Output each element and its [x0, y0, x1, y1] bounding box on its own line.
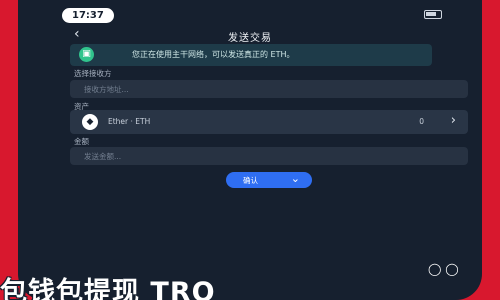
amount-placeholder: 发送金额...	[84, 152, 122, 161]
battery-icon	[424, 10, 442, 19]
chevron-right-icon: ›	[450, 113, 456, 128]
recipient-address-field[interactable]: 接收方地址...	[70, 80, 468, 98]
recipient-label: 选择接收方	[74, 69, 112, 78]
overlay-caption: 包钱包提现 TRO	[0, 277, 216, 300]
ethereum-icon: ◆	[82, 114, 98, 130]
network-notice: ▣ 您正在使用主干网络，可以发送真正的 ETH。	[70, 44, 432, 66]
amount-field[interactable]: 发送金额...	[70, 147, 468, 165]
app-screen: 17:37 ‹ 发送交易 ▣ 您正在使用主干网络，可以发送真正的 ETH。 选择…	[18, 0, 482, 300]
confirm-button[interactable]: 确认 ⌄	[226, 172, 312, 188]
carousel-dots: ◯ ◯	[428, 262, 459, 276]
page-title: 发送交易	[228, 33, 272, 44]
wallet-icon: ▣	[79, 47, 94, 62]
amount-label: 金额	[74, 137, 89, 146]
status-time: 17:37	[62, 8, 114, 23]
asset-balance: 0	[419, 117, 424, 126]
chevron-down-icon: ⌄	[290, 172, 300, 185]
status-bar: 17:37	[18, 0, 482, 26]
asset-selector[interactable]: ◆ Ether · ETH 0 ›	[70, 110, 468, 134]
network-notice-text: 您正在使用主干网络，可以发送真正的 ETH。	[132, 50, 295, 59]
asset-name: Ether · ETH	[108, 117, 151, 126]
recipient-address-placeholder: 接收方地址...	[84, 85, 129, 94]
confirm-label: 确认	[243, 176, 258, 185]
